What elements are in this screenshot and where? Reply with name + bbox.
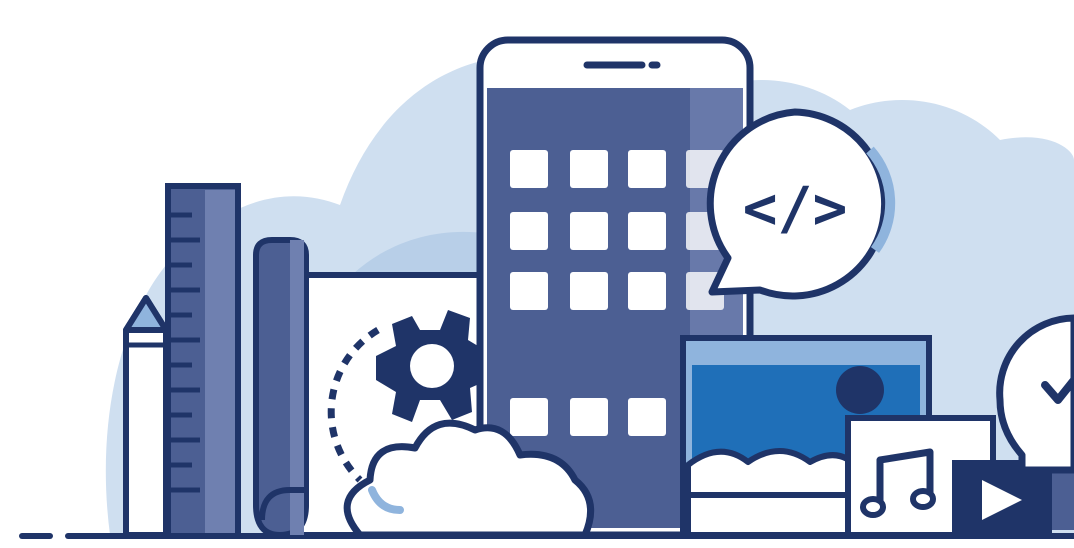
development-illustration: </> [19,36,1074,539]
pencil-icon [123,295,169,538]
ruler-icon [165,183,241,539]
code-symbol-text: </> [743,174,848,242]
illustration-scene: </> [0,0,1074,548]
